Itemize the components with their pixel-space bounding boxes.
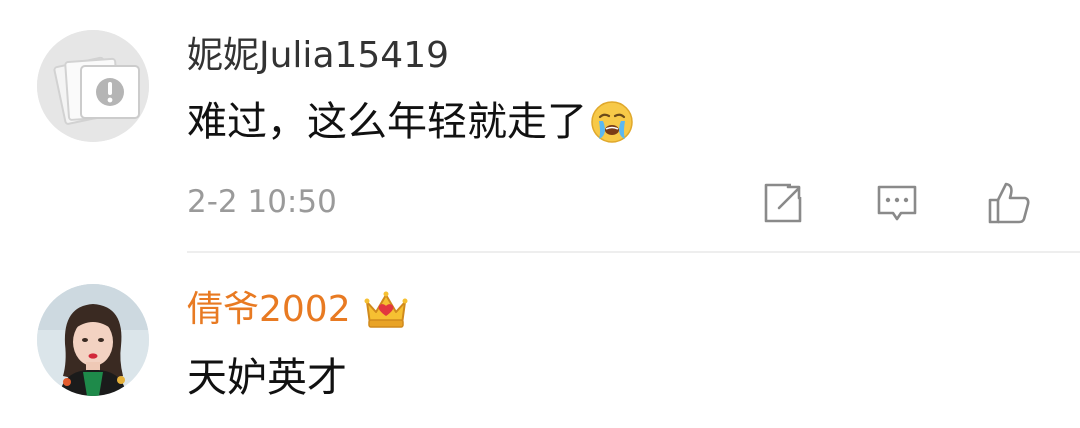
comment-text: 难过，这么年轻就走了 [187, 99, 587, 145]
avatar[interactable] [37, 284, 149, 396]
comment-username[interactable]: 妮妮Julia15419 [187, 36, 449, 76]
avatar-default[interactable] [37, 30, 149, 142]
comment-text-row: 难过，这么年轻就走了 [187, 98, 635, 146]
crying-face-icon [591, 101, 633, 143]
share-button[interactable] [760, 180, 806, 226]
share-icon [764, 183, 802, 223]
crown-icon [364, 291, 408, 328]
default-avatar-icon [37, 30, 149, 142]
like-button[interactable] [986, 180, 1032, 226]
comment-time: 2-2 10:50 [187, 184, 337, 220]
comment-text: 天妒英才 [187, 355, 347, 401]
comment-item: 妮妮Julia15419 难过，这么年轻就走了 2-2 10:50 [0, 0, 1080, 253]
comment-username-row: 倩爷2002 [187, 290, 409, 330]
like-icon [988, 182, 1030, 224]
reply-icon [877, 185, 917, 221]
comment-text-row: 天妒英才 [187, 354, 347, 402]
comment-username[interactable]: 倩爷2002 [187, 290, 351, 330]
comment-item: 倩爷2002 天妒英才 [0, 252, 1080, 428]
user-photo-avatar [37, 284, 149, 396]
reply-button[interactable] [874, 180, 920, 226]
